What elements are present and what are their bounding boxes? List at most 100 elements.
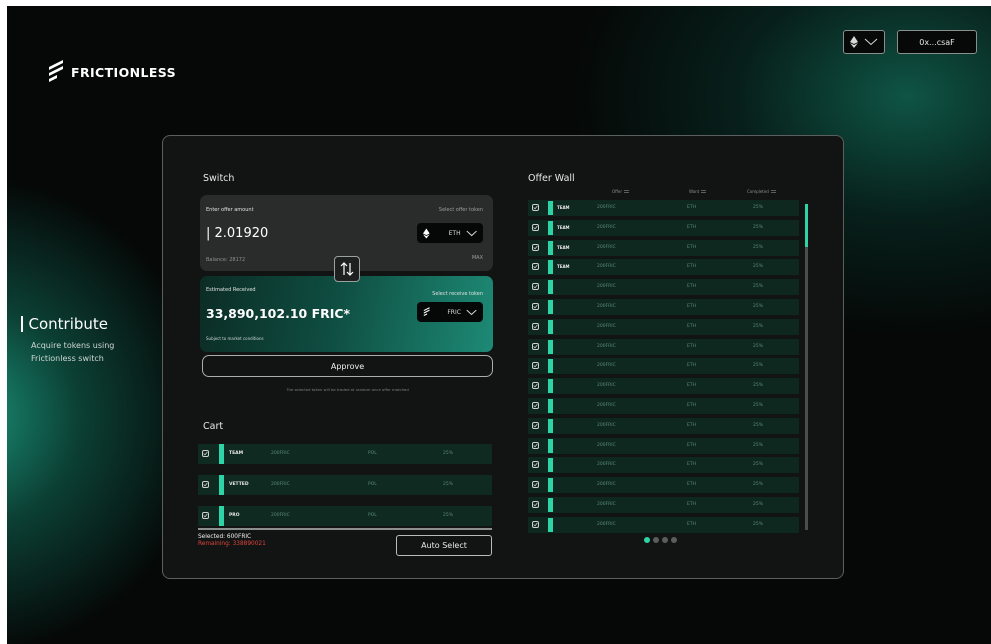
tag-indicator <box>548 201 553 215</box>
tag-indicator <box>548 458 553 473</box>
checkbox-icon[interactable] <box>532 382 539 390</box>
table-row[interactable]: 200FRIC ETH 25% <box>528 398 799 414</box>
cart-row-offer: 200FRIC <box>271 451 290 456</box>
page-dot-3[interactable] <box>662 537 668 543</box>
checkbox-icon[interactable] <box>532 263 539 271</box>
auto-select-button[interactable]: Auto Select <box>396 535 492 556</box>
app-root: FRICTIONLESS 0x...csaF Contribute Acquir… <box>7 6 991 644</box>
checkbox-icon[interactable] <box>532 204 539 211</box>
wallet-button[interactable]: 0x...csaF <box>897 30 977 54</box>
offer-row-want: ETH <box>687 323 696 329</box>
page-dot-1[interactable] <box>644 537 650 543</box>
offer-row-completed: 25% <box>753 502 764 507</box>
offer-row-offer: 200FRIC <box>597 343 616 349</box>
table-row[interactable]: TEAM 200FRIC ETH 25% <box>528 239 799 256</box>
checkbox-icon[interactable] <box>532 501 539 508</box>
brand-name: FRICTIONLESS <box>71 64 177 80</box>
sidebar-title-row: Contribute <box>21 315 131 333</box>
tag-indicator <box>548 517 553 532</box>
table-row[interactable]: TEAM 200FRIC ETH 25% <box>528 200 799 216</box>
checkbox-icon[interactable] <box>532 322 539 330</box>
checkbox-icon[interactable] <box>532 421 539 429</box>
ethereum-icon <box>423 228 430 238</box>
table-row[interactable]: 200FRIC ETH 25% <box>528 338 799 355</box>
chevron-down-icon <box>864 38 878 46</box>
chevron-down-icon <box>466 230 477 236</box>
checkbox-icon[interactable] <box>532 402 539 409</box>
receive-label: Estimated Received <box>206 287 256 293</box>
offer-row-want: ETH <box>687 403 696 408</box>
offer-row-completed: 25% <box>753 442 764 448</box>
checkbox-icon[interactable] <box>532 461 539 469</box>
offer-wall-scrollbar[interactable] <box>805 204 808 530</box>
sidebar-title: Contribute <box>28 315 109 333</box>
checkbox-icon[interactable] <box>532 520 539 528</box>
tag-indicator <box>548 438 553 453</box>
tag-indicator <box>548 260 553 275</box>
column-header-completed[interactable]: Completed <box>747 189 776 194</box>
table-row[interactable]: 200FRIC ETH 25% <box>528 497 799 513</box>
receive-box: Estimated Received Select receive token … <box>200 276 493 352</box>
table-row[interactable]: 200FRIC ETH 25% <box>528 358 799 375</box>
offer-row-want: ETH <box>687 244 696 250</box>
offer-row-completed: 25% <box>753 482 764 488</box>
checkbox-icon[interactable] <box>202 512 209 519</box>
cart-row[interactable]: TEAM 200FRIC POL 25% <box>198 444 492 464</box>
receive-amount: 33,890,102.10 FRIC* <box>206 306 351 321</box>
offer-amount-input[interactable]: | 2.01920 <box>206 226 268 241</box>
cart-selected: Selected: 600FRIC <box>198 534 252 540</box>
table-row[interactable]: 200FRIC ETH 25% <box>528 457 799 474</box>
checkbox-icon[interactable] <box>532 481 539 489</box>
checkbox-icon[interactable] <box>532 283 539 291</box>
offer-row-tag: TEAM <box>557 224 570 230</box>
swap-button[interactable] <box>334 256 360 282</box>
checkbox-icon[interactable] <box>202 481 209 488</box>
table-row[interactable]: 200FRIC ETH 25% <box>528 477 799 494</box>
page-dot-4[interactable] <box>671 537 677 543</box>
page-dot-2[interactable] <box>653 537 659 543</box>
offer-row-tag: TEAM <box>557 244 570 250</box>
checkbox-icon[interactable] <box>532 223 539 231</box>
offer-row-offer: 200FRIC <box>597 205 616 210</box>
offer-row-want: ETH <box>687 284 696 290</box>
offer-wall-title: Offer Wall <box>528 173 575 184</box>
table-row[interactable]: 200FRIC ETH 25% <box>528 437 799 454</box>
offer-row-want: ETH <box>687 521 696 527</box>
checkbox-icon[interactable] <box>532 243 539 251</box>
cart-row[interactable]: PRO 200FRIC POL 25% <box>198 506 492 526</box>
checkbox-icon[interactable] <box>532 441 539 449</box>
cart-row[interactable]: VETTED 200FRIC POL 25% <box>198 475 492 495</box>
brand-logo[interactable]: FRICTIONLESS <box>47 58 176 86</box>
table-row[interactable]: TEAM 200FRIC ETH 25% <box>528 219 799 236</box>
max-button[interactable]: MAX <box>472 255 483 261</box>
tag-indicator <box>548 399 553 413</box>
table-row[interactable]: 200FRIC ETH 25% <box>528 417 799 434</box>
offer-row-offer: 200FRIC <box>597 304 616 309</box>
checkbox-icon[interactable] <box>532 303 539 310</box>
column-header-want[interactable]: Want <box>689 189 707 194</box>
offer-wall-scroll-thumb[interactable] <box>805 204 808 247</box>
checkbox-icon[interactable] <box>202 450 209 457</box>
sort-icon <box>770 190 776 193</box>
offer-row-want: ETH <box>687 422 696 428</box>
offer-row-offer: 200FRIC <box>597 521 616 527</box>
offer-row-completed: 25% <box>753 323 764 329</box>
approve-button[interactable]: Approve <box>202 355 493 377</box>
receive-token-select[interactable]: FRIC <box>417 302 483 322</box>
table-row[interactable]: 200FRIC ETH 25% <box>528 516 799 533</box>
network-selector[interactable] <box>843 30 885 54</box>
offer-row-want: ETH <box>687 482 696 488</box>
offer-row-want: ETH <box>687 502 696 507</box>
swap-arrows-icon <box>340 262 354 276</box>
checkbox-icon[interactable] <box>532 362 539 370</box>
offer-row-offer: 200FRIC <box>597 224 616 230</box>
table-row[interactable]: TEAM 200FRIC ETH 25% <box>528 259 799 276</box>
offer-token-select[interactable]: ETH <box>417 223 483 243</box>
checkbox-icon[interactable] <box>532 342 539 350</box>
table-row[interactable]: 200FRIC ETH 25% <box>528 318 799 335</box>
column-header-offer[interactable]: Offer <box>612 189 630 194</box>
table-row[interactable]: 200FRIC ETH 25% <box>528 378 799 395</box>
table-row[interactable]: 200FRIC ETH 25% <box>528 279 799 296</box>
cart-row-tag: TEAM <box>229 451 244 456</box>
table-row[interactable]: 200FRIC ETH 25% <box>528 299 799 315</box>
